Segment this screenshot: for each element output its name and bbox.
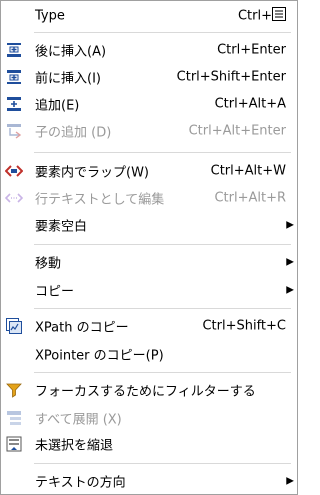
add-icon bbox=[5, 95, 23, 113]
xpointer-copy-label: XPointer のコピー(P) bbox=[35, 348, 164, 364]
submenu-arrow-icon: ▶ bbox=[286, 219, 294, 231]
menu-grid-icon bbox=[272, 7, 286, 21]
insert-before-label: 後に挿入(A) bbox=[35, 44, 107, 60]
wrap-element-shortcut: Ctrl+Alt+W bbox=[210, 163, 286, 179]
expand-all-label: すべて展開 (X) bbox=[35, 412, 122, 428]
separator bbox=[34, 32, 291, 33]
menu-item-xpath-copy[interactable]: XPath のコピー Ctrl+Shift+C bbox=[1, 313, 297, 339]
wrap-element-icon bbox=[4, 162, 24, 180]
collapse-unselected-icon bbox=[5, 435, 23, 453]
separator bbox=[34, 308, 291, 309]
collapse-unselected-label: 未選択を縮退 bbox=[35, 438, 114, 454]
copy-label: コピー bbox=[35, 284, 75, 300]
menu-item-add-child[interactable]: 子の追加 (D) Ctrl+Alt+Enter bbox=[1, 118, 297, 144]
add-child-label: 子の追加 (D) bbox=[35, 125, 112, 141]
xpath-copy-label: XPath のコピー bbox=[35, 320, 129, 336]
insert-after-shortcut: Ctrl+Shift+Enter bbox=[176, 69, 286, 85]
edit-as-text-label: 行テキストとして編集 bbox=[35, 192, 165, 208]
menu-item-text-direction[interactable]: テキストの方向 ▶ bbox=[1, 468, 297, 494]
add-label: 追加(E) bbox=[35, 98, 80, 114]
add-child-icon bbox=[5, 122, 23, 140]
element-blank-label: 要素空白 bbox=[35, 219, 88, 235]
xpath-copy-shortcut: Ctrl+Shift+C bbox=[202, 318, 286, 334]
context-menu: Type Ctrl+ 後に挿入(A) Ctrl+Enter 前に挿入(I) Ct… bbox=[0, 0, 298, 495]
insert-before-icon bbox=[5, 41, 23, 59]
menu-item-edit-as-text[interactable]: 行テキストとして編集 Ctrl+Alt+R bbox=[1, 185, 297, 211]
type-shortcut: Ctrl+ bbox=[237, 8, 272, 24]
menu-item-insert-after[interactable]: 前に挿入(I) Ctrl+Shift+Enter bbox=[1, 64, 297, 90]
submenu-arrow-icon: ▶ bbox=[286, 284, 294, 296]
menu-item-collapse-unselected[interactable]: 未選択を縮退 bbox=[1, 431, 297, 457]
menu-item-xpointer-copy[interactable]: XPointer のコピー(P) bbox=[1, 341, 297, 367]
add-shortcut: Ctrl+Alt+A bbox=[214, 96, 286, 112]
filter-icon bbox=[5, 381, 23, 399]
menu-item-element-blank[interactable]: 要素空白 ▶ bbox=[1, 212, 297, 238]
wrap-element-label: 要素内でラップ(W) bbox=[35, 165, 149, 181]
filter-focus-label: フォーカスするためにフィルターする bbox=[35, 384, 256, 400]
menu-item-filter-focus[interactable]: フォーカスするためにフィルターする bbox=[1, 377, 297, 403]
menu-item-move[interactable]: 移動 ▶ bbox=[1, 249, 297, 275]
menu-item-expand-all[interactable]: すべて展開 (X) bbox=[1, 405, 297, 431]
menu-item-add[interactable]: 追加(E) Ctrl+Alt+A bbox=[1, 91, 297, 117]
edit-as-text-shortcut: Ctrl+Alt+R bbox=[214, 190, 286, 206]
submenu-arrow-icon: ▶ bbox=[286, 256, 294, 268]
separator bbox=[34, 463, 291, 464]
separator bbox=[34, 372, 291, 373]
menu-item-insert-before[interactable]: 後に挿入(A) Ctrl+Enter bbox=[1, 37, 297, 63]
insert-before-shortcut: Ctrl+Enter bbox=[217, 42, 286, 58]
edit-text-icon bbox=[4, 189, 24, 207]
insert-after-icon bbox=[5, 68, 23, 86]
move-label: 移動 bbox=[35, 256, 62, 272]
submenu-arrow-icon: ▶ bbox=[286, 475, 294, 487]
insert-after-label: 前に挿入(I) bbox=[35, 71, 101, 87]
separator bbox=[34, 244, 291, 245]
separator bbox=[34, 152, 291, 153]
add-child-shortcut: Ctrl+Alt+Enter bbox=[188, 123, 286, 139]
menu-item-type[interactable]: Type Ctrl+ bbox=[1, 3, 297, 29]
menu-item-wrap-element[interactable]: 要素内でラップ(W) Ctrl+Alt+W bbox=[1, 158, 297, 184]
xpath-icon bbox=[5, 317, 23, 335]
text-direction-label: テキストの方向 bbox=[35, 475, 126, 491]
menu-item-copy[interactable]: コピー ▶ bbox=[1, 277, 297, 303]
expand-all-icon bbox=[5, 409, 23, 427]
type-label: Type bbox=[35, 8, 65, 24]
